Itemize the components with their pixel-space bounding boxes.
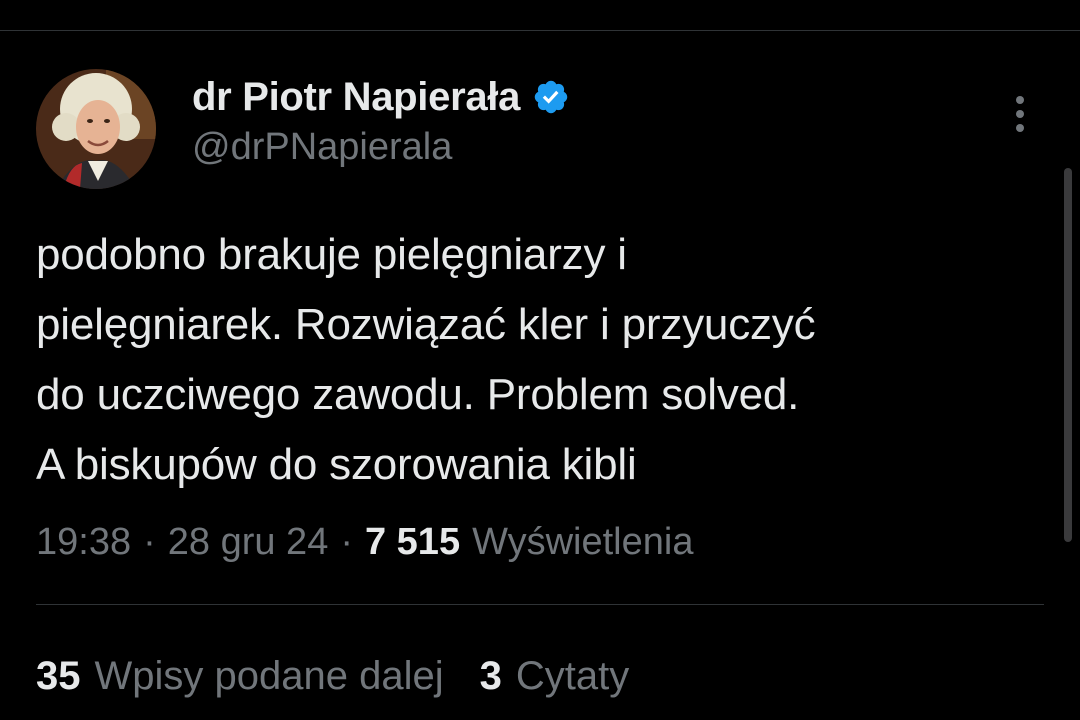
more-vertical-icon [1014,94,1026,139]
retweets-label: Wpisy podane dalej [94,653,444,698]
tweet-time[interactable]: 19:38 [36,521,131,564]
meta-separator: · [340,520,353,563]
meta-separator: · [143,520,156,563]
author-name[interactable]: dr Piotr Napierała [192,75,520,120]
views-label: Wyświetlenia [472,520,694,563]
retweets-count: 35 [36,653,81,698]
stats-divider [36,604,1044,605]
retweets-stat[interactable]: 35 Wpisy podane dalej [36,654,444,699]
top-divider [0,30,1080,31]
tweet-text: podobno brakuje pielęgniarzy i pielęgnia… [36,220,1046,500]
tweet-meta-row: 19:38 · 28 gru 24 · 7 515 Wyświetlenia [36,514,693,570]
tweet-text-line: pielęgniarek. Rozwiązać kler i przyuczyć [36,300,816,349]
engagement-stats-row: 35 Wpisy podane dalej 3 Cytaty [36,648,665,704]
views-count: 7 515 [364,520,461,563]
quotes-count: 3 [479,653,502,698]
quotes-stat[interactable]: 3 Cytaty [480,654,630,699]
avatar-image [36,69,156,189]
scrollbar-thumb[interactable] [1064,168,1072,542]
tweet-date[interactable]: 28 gru 24 [168,521,329,564]
verified-badge-icon[interactable] [532,78,570,116]
author-avatar[interactable] [36,69,156,189]
author-name-row: dr Piotr Napierała [192,72,570,122]
tweet-text-line: podobno brakuje pielęgniarzy i [36,230,627,279]
more-options-button[interactable] [996,90,1044,142]
quotes-label: Cytaty [515,653,630,698]
author-handle[interactable]: @drPNapierala [192,126,452,169]
tweet-text-line: A biskupów do szorowania kibli [36,440,637,489]
tweet-text-line: do uczciwego zawodu. Problem solved. [36,370,800,419]
